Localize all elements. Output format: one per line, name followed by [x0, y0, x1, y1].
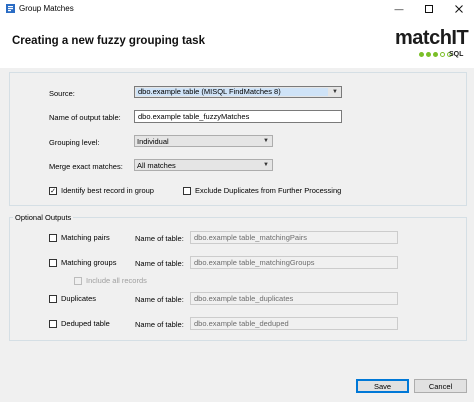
- chevron-down-icon: ▼: [263, 162, 269, 168]
- output-table-input[interactable]: dbo.example table_fuzzyMatches: [134, 110, 342, 123]
- maximize-button[interactable]: [414, 0, 444, 17]
- exclude-duplicates-checkbox[interactable]: [183, 187, 191, 195]
- logo-dots: [419, 52, 452, 57]
- window-title: Group Matches: [19, 4, 74, 13]
- chevron-down-icon: ▼: [332, 89, 338, 95]
- grouping-level-value: Individual: [137, 136, 169, 146]
- source-label: Source:: [49, 89, 75, 98]
- minimize-button[interactable]: —: [384, 0, 414, 17]
- dialog-heading: Creating a new fuzzy grouping task: [12, 35, 205, 47]
- matching-groups-label[interactable]: Matching groups: [61, 258, 116, 267]
- matching-groups-table-input[interactable]: dbo.example table_matchingGroups: [190, 256, 398, 269]
- duplicates-checkbox[interactable]: [49, 295, 57, 303]
- matching-groups-checkbox[interactable]: [49, 259, 57, 267]
- close-button[interactable]: [444, 0, 474, 17]
- grouping-level-label: Grouping level:: [49, 138, 100, 147]
- identify-best-label[interactable]: Identify best record in group: [61, 186, 154, 195]
- minimize-icon: —: [394, 3, 404, 14]
- matching-pairs-table-label: Name of table:: [135, 234, 184, 243]
- merge-exact-dropdown[interactable]: All matches ▼: [134, 159, 273, 171]
- chevron-down-icon: ▼: [263, 138, 269, 144]
- deduped-table-table-label: Name of table:: [135, 320, 184, 329]
- include-all-records-checkbox[interactable]: [74, 277, 82, 285]
- exclude-duplicates-label[interactable]: Exclude Duplicates from Further Processi…: [195, 186, 341, 195]
- deduped-table-checkbox[interactable]: [49, 320, 57, 328]
- identify-best-checkbox[interactable]: ✓: [49, 187, 57, 195]
- grouping-level-dropdown[interactable]: Individual ▼: [134, 135, 273, 147]
- maximize-icon: [425, 4, 433, 13]
- matching-pairs-table-input[interactable]: dbo.example table_matchingPairs: [190, 231, 398, 244]
- close-icon: [455, 4, 463, 13]
- logo-sql-label: SQL: [449, 51, 464, 58]
- output-table-label: Name of output table:: [49, 113, 121, 122]
- merge-exact-label: Merge exact matches:: [49, 162, 123, 171]
- duplicates-table-input[interactable]: dbo.example table_duplicates: [190, 292, 398, 305]
- deduped-table-label[interactable]: Deduped table: [61, 319, 110, 328]
- matching-groups-table-label: Name of table:: [135, 259, 184, 268]
- source-value: dbo.example table (MISQL FindMatches 8): [136, 88, 328, 96]
- cancel-button[interactable]: Cancel: [414, 379, 467, 393]
- checkmark-icon: ✓: [50, 187, 56, 195]
- duplicates-label[interactable]: Duplicates: [61, 294, 96, 303]
- optional-outputs-legend: Optional Outputs: [13, 213, 74, 222]
- source-dropdown[interactable]: dbo.example table (MISQL FindMatches 8) …: [134, 86, 342, 98]
- matchit-logo: matchIT: [395, 27, 469, 49]
- deduped-table-input[interactable]: dbo.example table_deduped: [190, 317, 398, 330]
- matching-pairs-checkbox[interactable]: [49, 234, 57, 242]
- merge-exact-value: All matches: [137, 160, 176, 170]
- app-icon: [6, 4, 15, 13]
- save-button[interactable]: Save: [356, 379, 409, 393]
- include-all-records-label: Include all records: [86, 276, 147, 285]
- matching-pairs-label[interactable]: Matching pairs: [61, 233, 110, 242]
- duplicates-table-label: Name of table:: [135, 295, 184, 304]
